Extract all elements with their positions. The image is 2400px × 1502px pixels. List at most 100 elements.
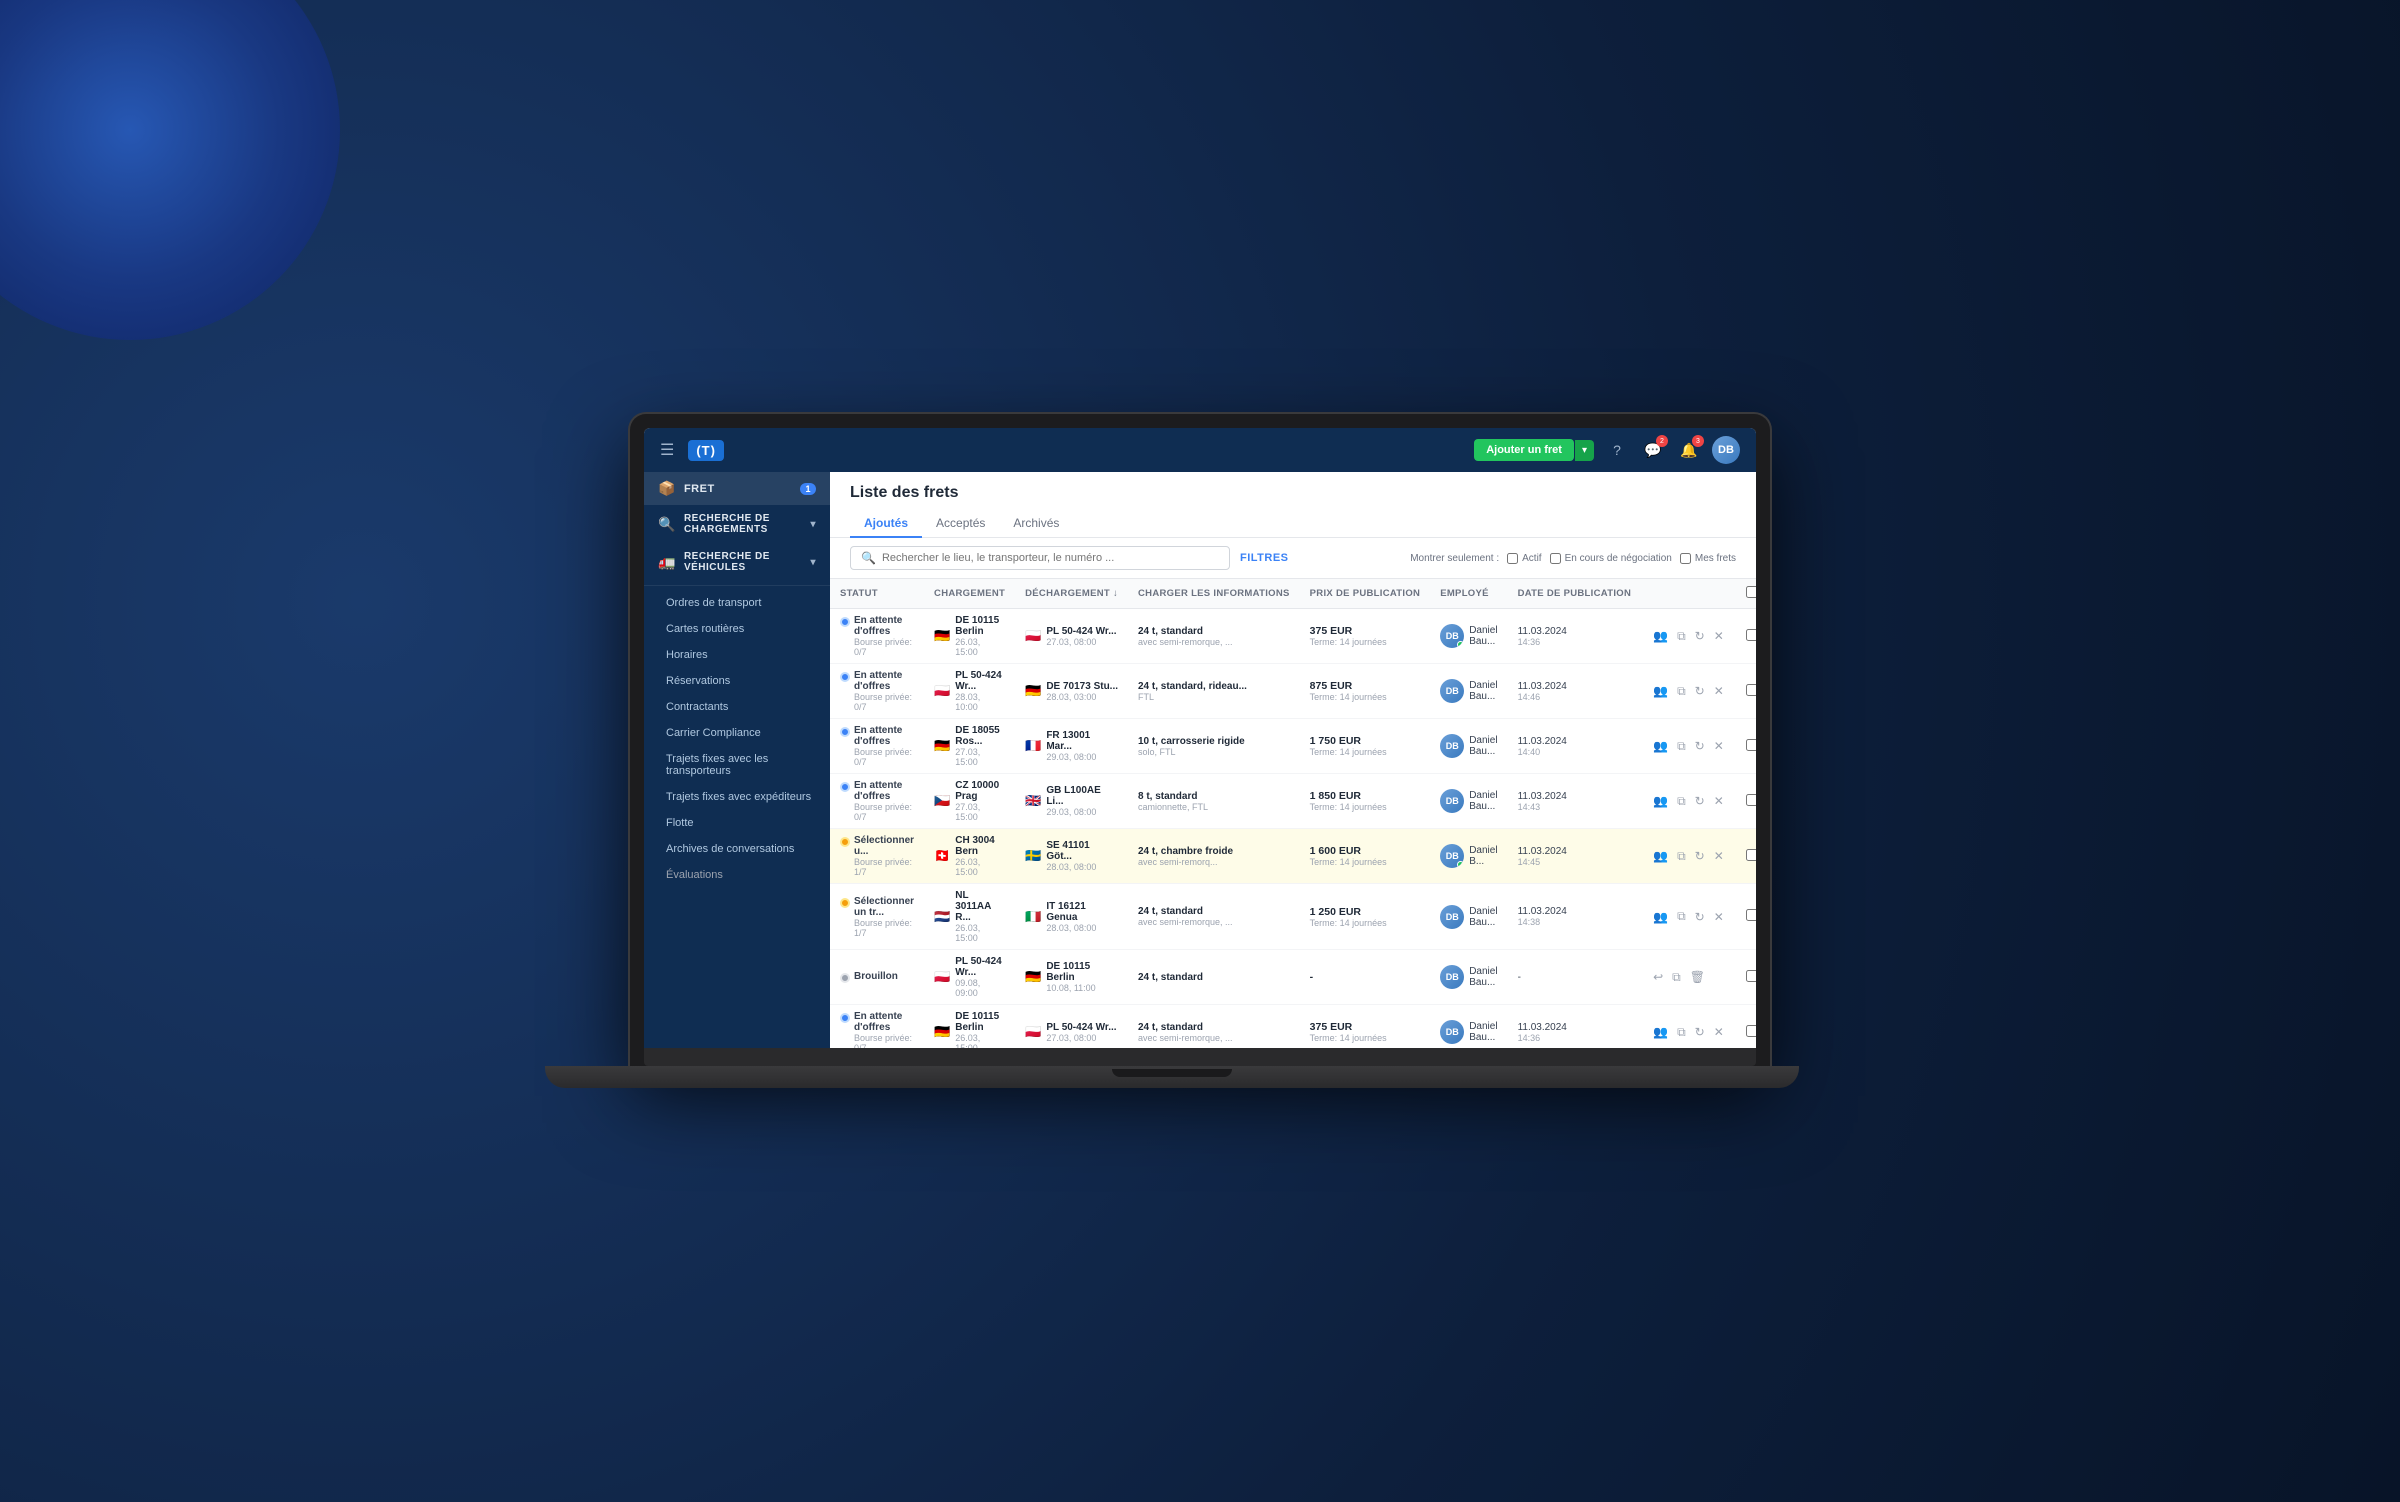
action-close-0[interactable]: ✕ — [1712, 627, 1726, 645]
action-group-4[interactable]: 👥 — [1651, 847, 1670, 865]
action-copy-7[interactable]: ⧉ — [1675, 1023, 1688, 1042]
user-avatar-top[interactable]: DB — [1712, 436, 1740, 464]
action-refresh-4[interactable]: ↻ — [1693, 847, 1707, 865]
notification-button[interactable]: 🔔 3 — [1676, 437, 1702, 463]
row-checkbox-5[interactable] — [1746, 909, 1756, 921]
sidebar-item-evaluations[interactable]: Évaluations — [644, 862, 830, 888]
sidebar-item-cartes-routieres[interactable]: Cartes routières — [644, 616, 830, 642]
cell-chargement-1: 🇵🇱 PL 50-424 Wr... 28.03, 10:00 — [924, 664, 1015, 719]
action-copy-5[interactable]: ⧉ — [1675, 907, 1688, 926]
action-close-7[interactable]: ✕ — [1712, 1023, 1726, 1041]
filter-actif-checkbox[interactable] — [1507, 553, 1518, 564]
action-group-7[interactable]: 👥 — [1651, 1023, 1670, 1041]
row-checkbox-0[interactable] — [1746, 629, 1756, 641]
sidebar-item-carrier-compliance[interactable]: Carrier Compliance — [644, 720, 830, 746]
emp-name-7: Daniel Bau... — [1469, 1021, 1497, 1043]
cell-employe-1: DB Daniel Bau... — [1430, 664, 1507, 719]
action-refresh-7[interactable]: ↻ — [1693, 1023, 1707, 1041]
action-group-3[interactable]: 👥 — [1651, 792, 1670, 810]
action-copy-4[interactable]: ⧉ — [1675, 847, 1688, 866]
action-copy-6[interactable]: ⧉ — [1670, 968, 1683, 987]
filter-negociation-checkbox[interactable] — [1550, 553, 1561, 564]
tab-acceptes[interactable]: Acceptés — [922, 510, 999, 538]
evaluations-label: Évaluations — [666, 869, 723, 881]
price-main-5: 1 250 EUR — [1310, 906, 1421, 918]
search-input[interactable] — [882, 552, 1219, 564]
action-copy-3[interactable]: ⧉ — [1675, 792, 1688, 811]
sidebar-item-contractants[interactable]: Contractants — [644, 694, 830, 720]
action-close-1[interactable]: ✕ — [1712, 682, 1726, 700]
load-date-7: 26.03, 15:00 — [955, 1033, 1005, 1048]
date-text-5: 11.03.2024 — [1518, 906, 1632, 917]
filter-negociation-label[interactable]: En cours de négociation — [1550, 553, 1672, 564]
laptop-wrapper: ☰ (T) Ajouter un fret ▾ ? 💬 2 — [630, 414, 1770, 1088]
emp-name-2: Daniel Bau... — [1469, 735, 1497, 757]
action-close-5[interactable]: ✕ — [1712, 908, 1726, 926]
action-close-2[interactable]: ✕ — [1712, 737, 1726, 755]
action-group-1[interactable]: 👥 — [1651, 682, 1670, 700]
sidebar-item-recherche-chargements[interactable]: 🔍 RECHERCHE DE CHARGEMENTS ▾ — [644, 505, 830, 543]
row-checkbox-4[interactable] — [1746, 849, 1756, 861]
filter-button[interactable]: FILTRES — [1240, 552, 1289, 564]
action-group-2[interactable]: 👥 — [1651, 737, 1670, 755]
cell-chargement-2: 🇩🇪 DE 18055 Ros... 27.03, 15:00 — [924, 719, 1015, 774]
action-refresh-5[interactable]: ↻ — [1693, 908, 1707, 926]
row-checkbox-1[interactable] — [1746, 684, 1756, 696]
filter-mes-frets-label[interactable]: Mes frets — [1680, 553, 1736, 564]
expand-icon-recherche: ▾ — [810, 519, 816, 530]
select-all-checkbox[interactable] — [1746, 586, 1756, 598]
unload-date-7: 27.03, 08:00 — [1046, 1033, 1116, 1043]
tab-ajoutes[interactable]: Ajoutés — [850, 510, 922, 538]
cell-chargement-4: 🇨🇭 CH 3004 Bern 26.03, 15:00 — [924, 829, 1015, 884]
action-delete-6[interactable]: 🗑 — [1688, 968, 1707, 986]
action-close-3[interactable]: ✕ — [1712, 792, 1726, 810]
sidebar-item-recherche-vehicules[interactable]: 🚛 RECHERCHE DE VÉHICULES ▾ — [644, 543, 830, 581]
load-date-2: 27.03, 15:00 — [955, 747, 1005, 767]
sidebar-item-fret[interactable]: 📦 FRET 1 — [644, 472, 830, 505]
col-charger-info: CHARGER LES INFORMATIONS — [1128, 579, 1300, 609]
help-button[interactable]: ? — [1604, 437, 1630, 463]
status-text-7: En attente d'offres — [854, 1011, 914, 1033]
sidebar-item-flotte[interactable]: Flotte — [644, 810, 830, 836]
cell-dechargement-3: 🇬🇧 GB L100AE Li... 29.03, 08:00 — [1015, 774, 1128, 829]
action-refresh-3[interactable]: ↻ — [1693, 792, 1707, 810]
sidebar-item-horaires[interactable]: Horaires — [644, 642, 830, 668]
col-dechargement[interactable]: DÉCHARGEMENT ↓ — [1015, 579, 1128, 609]
tab-archives[interactable]: Archivés — [999, 510, 1073, 538]
action-copy-1[interactable]: ⧉ — [1675, 682, 1688, 701]
row-checkbox-3[interactable] — [1746, 794, 1756, 806]
add-fret-button[interactable]: Ajouter un fret — [1474, 439, 1574, 461]
cell-prix-5: 1 250 EUR Terme: 14 journées — [1300, 884, 1431, 950]
action-refresh-0[interactable]: ↻ — [1693, 627, 1707, 645]
cell-checkbox-7 — [1736, 1005, 1756, 1049]
sidebar-item-trajets-fixes-expediteurs[interactable]: Trajets fixes avec expéditeurs — [644, 784, 830, 810]
action-group-0[interactable]: 👥 — [1651, 627, 1670, 645]
hamburger-icon[interactable]: ☰ — [660, 440, 674, 460]
status-text-6: Brouillon — [854, 971, 898, 982]
action-copy-2[interactable]: ⧉ — [1675, 737, 1688, 756]
action-restore-6[interactable]: ↩ — [1651, 968, 1665, 986]
emp-name-3: Daniel Bau... — [1469, 790, 1497, 812]
unload-date-6: 10.08, 11:00 — [1046, 983, 1118, 993]
sidebar-item-reservations[interactable]: Réservations — [644, 668, 830, 694]
action-refresh-2[interactable]: ↻ — [1693, 737, 1707, 755]
action-group-5[interactable]: 👥 — [1651, 908, 1670, 926]
action-refresh-1[interactable]: ↻ — [1693, 682, 1707, 700]
cell-prix-4: 1 600 EUR Terme: 14 journées — [1300, 829, 1431, 884]
sidebar-item-trajets-fixes-transporteurs[interactable]: Trajets fixes avec les transporteurs — [644, 746, 830, 784]
row-checkbox-2[interactable] — [1746, 739, 1756, 751]
row-checkbox-6[interactable] — [1746, 970, 1756, 982]
filter-mes-frets-checkbox[interactable] — [1680, 553, 1691, 564]
sidebar-item-ordres-transport[interactable]: Ordres de transport — [644, 590, 830, 616]
filter-actif-label[interactable]: Actif — [1507, 553, 1541, 564]
status-sub-1: Bourse privée: 0/7 — [854, 692, 914, 712]
chat-button[interactable]: 💬 2 — [1640, 437, 1666, 463]
cell-employe-0: DB Daniel Bau... — [1430, 609, 1507, 664]
action-copy-0[interactable]: ⧉ — [1675, 627, 1688, 646]
sidebar-item-archives[interactable]: Archives de conversations — [644, 836, 830, 862]
add-fret-dropdown-button[interactable]: ▾ — [1575, 440, 1594, 461]
action-close-4[interactable]: ✕ — [1712, 847, 1726, 865]
cell-dechargement-4: 🇸🇪 SE 41101 Göt... 28.03, 08:00 — [1015, 829, 1128, 884]
row-checkbox-7[interactable] — [1746, 1025, 1756, 1037]
flotte-label: Flotte — [666, 817, 694, 829]
